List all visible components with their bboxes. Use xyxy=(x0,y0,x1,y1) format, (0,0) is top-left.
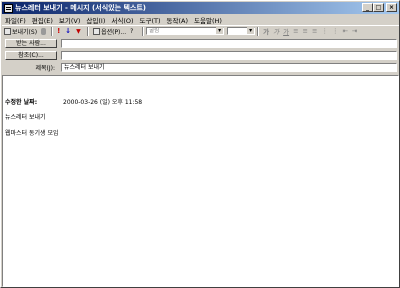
high-importance-button[interactable]: ! xyxy=(55,27,63,36)
send-label: 보내기(S) xyxy=(12,28,38,36)
title-bar[interactable]: 뉴스레터 보내기 - 메시지 (서식있는 텍스트) _ □ × xyxy=(2,2,399,14)
to-button[interactable]: 받는 사람... xyxy=(5,39,57,48)
options-icon xyxy=(93,27,101,35)
message-body[interactable]: 수정한 날짜: 2000-03-26 (일) 오후 11:58 뉴스레터 보내기… xyxy=(2,75,399,287)
low-importance-button[interactable]: ↓ xyxy=(63,27,74,36)
menu-actions[interactable]: 동작(A) xyxy=(167,15,188,25)
cc-button[interactable]: 참조(C)... xyxy=(5,51,57,60)
options-button[interactable]: 옵션(P)... xyxy=(91,27,128,36)
attach-button[interactable] xyxy=(39,27,49,36)
toolbar-separator xyxy=(142,26,145,36)
modified-date-label: 수정한 날짜: xyxy=(5,99,38,106)
font-size-combo[interactable] xyxy=(227,27,256,35)
message-icon xyxy=(4,3,13,13)
help-button[interactable]: ? xyxy=(128,27,140,36)
menu-view[interactable]: 보기(V) xyxy=(59,15,80,25)
decrease-indent-button[interactable]: ⇤ xyxy=(340,27,349,35)
menu-file[interactable]: 파일(F) xyxy=(5,15,26,25)
subject-row: 제목(J): 뉴스레터 보내기 xyxy=(2,62,399,73)
flag-button[interactable]: ▼ xyxy=(74,27,85,36)
menu-tools[interactable]: 도구(T) xyxy=(140,15,161,25)
toolbar-separator xyxy=(257,26,260,36)
window-title: 뉴스레터 보내기 - 메시지 (서식있는 텍스트) xyxy=(15,4,146,12)
align-right-button[interactable]: ≡ xyxy=(310,27,319,35)
bullets-button[interactable]: ⋮ xyxy=(319,27,330,35)
menu-format[interactable]: 서식(O) xyxy=(111,15,133,25)
maximize-button[interactable]: □ xyxy=(373,3,384,12)
send-button[interactable]: 보내기(S) xyxy=(2,27,39,36)
to-row: 받는 사람... xyxy=(2,38,399,49)
modified-date-value: 2000-03-26 (일) 오후 11:58 xyxy=(63,99,143,106)
help-icon: ? xyxy=(130,27,134,35)
menu-bar: 파일(F) 편집(E) 보기(V) 삽입(I) 서식(O) 도구(T) 동작(A… xyxy=(3,14,222,25)
menu-help[interactable]: 도움말(H) xyxy=(194,15,222,25)
flag-icon: ▼ xyxy=(76,27,81,35)
down-arrow-icon: ↓ xyxy=(65,26,71,35)
to-field[interactable] xyxy=(61,39,397,48)
body-line-1: 뉴스레터 보내기 xyxy=(5,114,46,121)
cc-row: 참조(C)... xyxy=(2,50,399,61)
toolbar-separator xyxy=(51,26,54,36)
minimize-button[interactable]: _ xyxy=(362,3,373,12)
close-button[interactable]: × xyxy=(386,3,397,12)
format-italic-button[interactable]: 가 xyxy=(271,26,281,36)
message-window: 뉴스레터 보내기 - 메시지 (서식있는 텍스트) _ □ × 파일(F) 편집… xyxy=(0,0,400,288)
toolbar-separator xyxy=(87,26,90,36)
align-center-button[interactable]: ≡ xyxy=(301,27,310,35)
align-left-button[interactable]: ≡ xyxy=(291,27,300,35)
window-controls: _ □ × xyxy=(362,3,397,12)
numbering-button[interactable]: ⋮ xyxy=(330,27,341,35)
font-name-combo[interactable]: 굴림 xyxy=(146,27,225,35)
menu-edit[interactable]: 편집(E) xyxy=(32,15,53,25)
increase-indent-button[interactable]: ⇥ xyxy=(350,27,359,35)
envelope-icon xyxy=(4,27,11,35)
paperclip-icon xyxy=(41,27,47,35)
cc-field[interactable] xyxy=(61,51,397,60)
body-line-2: 웹마스터 동기생 모임 xyxy=(5,130,59,137)
format-bold-button[interactable]: 가 xyxy=(261,26,271,36)
format-underline-button[interactable]: 가 xyxy=(281,26,291,36)
options-label: 옵션(P)... xyxy=(101,28,127,36)
standard-toolbar: 보내기(S) ! ↓ ▼ 옵션(P)... ? 굴림 가 가 가 ≡ ≡ ≡ ⋮… xyxy=(2,25,399,36)
subject-label: 제목(J): xyxy=(35,65,55,72)
subject-field[interactable]: 뉴스레터 보내기 xyxy=(61,63,397,72)
exclamation-icon: ! xyxy=(57,26,61,35)
menu-insert[interactable]: 삽입(I) xyxy=(86,15,105,25)
